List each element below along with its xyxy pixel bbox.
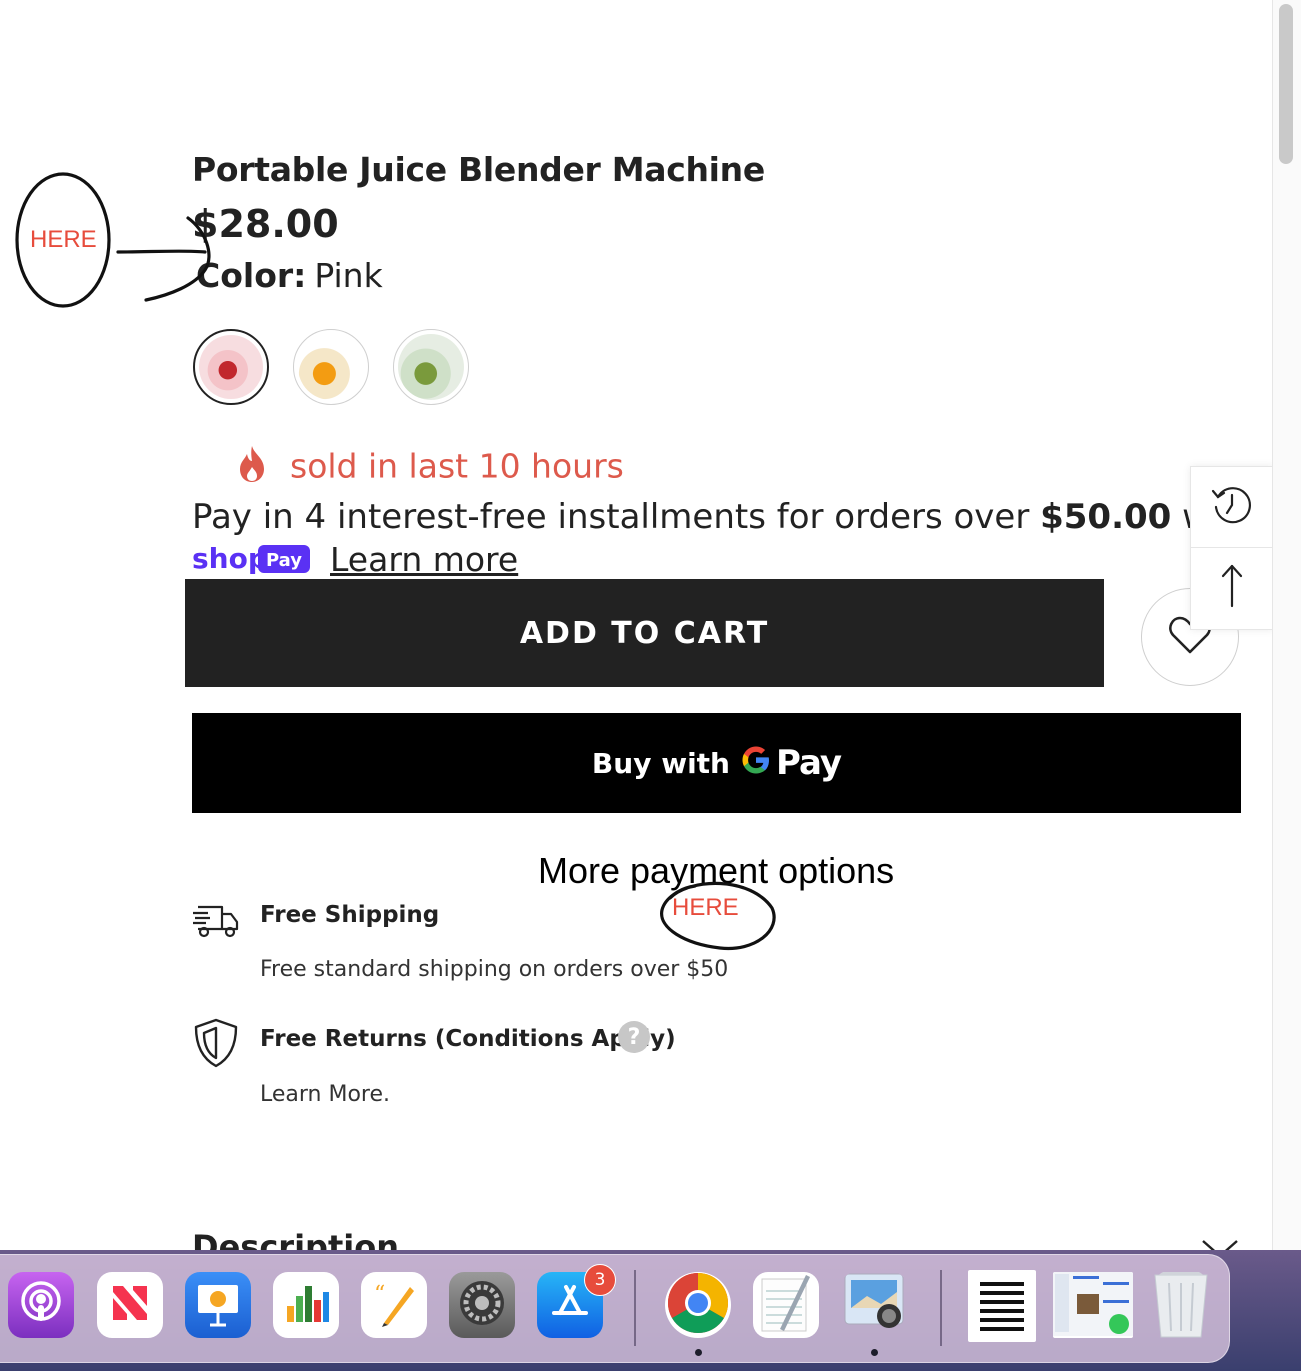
product-page: Portable Juice Blender Machine $28.00 Co… — [0, 0, 1272, 1250]
swatch-image — [199, 335, 263, 399]
back-to-top-button[interactable] — [1191, 548, 1272, 628]
screenshot-thumbnail-icon — [1053, 1272, 1133, 1338]
dock-trash[interactable] — [1148, 1272, 1214, 1338]
swatch-image — [298, 334, 364, 400]
svg-text:“: “ — [374, 1282, 385, 1307]
color-swatch-pink[interactable] — [193, 329, 269, 405]
document-icon — [974, 1276, 1030, 1336]
dock-screenshot[interactable] — [1053, 1272, 1133, 1338]
gpay-word: Pay — [775, 743, 842, 783]
keynote-icon — [192, 1277, 244, 1333]
dock-google-chrome[interactable] — [665, 1272, 731, 1338]
learn-more-link[interactable]: Learn more — [330, 540, 518, 579]
dock-podcasts[interactable] — [8, 1272, 74, 1338]
numbers-icon — [281, 1278, 331, 1332]
sold-recently-notice: sold in last 10 hours — [236, 445, 624, 491]
color-swatch-green[interactable] — [393, 329, 469, 405]
more-payment-options-link[interactable]: More payment options — [538, 850, 894, 892]
running-indicator — [695, 1349, 702, 1356]
color-label: Color: — [196, 256, 307, 295]
returns-learn-more-link[interactable]: Learn More. — [260, 1082, 390, 1107]
running-indicator — [871, 1349, 878, 1356]
google-pay-button[interactable]: Buy with Pay — [192, 713, 1241, 813]
description-heading[interactable]: Description — [192, 1228, 399, 1250]
floating-tools — [1190, 466, 1272, 630]
dock-keynote[interactable] — [185, 1272, 251, 1338]
help-question-icon[interactable]: ? — [618, 1021, 650, 1053]
dock-separator — [634, 1270, 636, 1346]
fire-icon — [236, 445, 268, 491]
dock-pages[interactable]: “ — [361, 1272, 427, 1338]
installments-amount: $50.00 — [1040, 497, 1172, 537]
sold-text: sold in last 10 hours — [290, 446, 624, 486]
product-title: Portable Juice Blender Machine — [192, 150, 765, 189]
dock-document[interactable] — [968, 1270, 1036, 1342]
color-swatch-orange[interactable] — [293, 329, 369, 405]
preview-icon — [841, 1272, 907, 1338]
chrome-icon — [666, 1272, 730, 1338]
here-label-2: HERE — [672, 894, 739, 921]
dock-news[interactable] — [97, 1272, 163, 1338]
shoppay-logo-icon: shop Pay — [192, 541, 310, 579]
shop-logo-word: shop — [192, 542, 268, 575]
here-label-1: HERE — [30, 226, 97, 253]
dock-preview[interactable] — [841, 1272, 907, 1338]
buy-with-label: Buy with — [591, 746, 730, 780]
color-selection-label: Color: Pink — [196, 256, 383, 295]
shield-icon — [193, 1018, 239, 1072]
free-shipping-desc: Free standard shipping on orders over $5… — [260, 957, 729, 982]
add-to-cart-button[interactable]: ADD TO CART — [185, 579, 1104, 687]
dock-numbers[interactable] — [273, 1272, 339, 1338]
shop-logo-badge: Pay — [266, 550, 302, 571]
free-returns-title: Free Returns (Conditions Apply) — [260, 1026, 676, 1052]
installments-prefix: Pay in 4 interest-free installments for … — [192, 497, 1041, 537]
installments-text: Pay in 4 interest-free installments for … — [192, 497, 1254, 537]
podcasts-icon — [17, 1279, 65, 1331]
dock-separator — [940, 1270, 942, 1346]
page-scrollbar[interactable] — [1272, 0, 1301, 1250]
gear-icon — [456, 1277, 508, 1333]
color-value: Pink — [314, 256, 383, 295]
google-g-icon — [740, 744, 772, 783]
chevron-down-icon[interactable] — [1200, 1238, 1240, 1250]
arrow-up-icon — [1217, 563, 1247, 613]
shoppay-row: shop Pay Learn more — [192, 540, 518, 579]
pages-icon: “ — [370, 1279, 418, 1331]
trash-icon — [1149, 1272, 1213, 1338]
recently-viewed-button[interactable] — [1191, 467, 1272, 548]
textedit-icon — [758, 1273, 814, 1337]
scrollbar-thumb[interactable] — [1279, 4, 1293, 164]
news-icon — [107, 1280, 153, 1330]
product-price: $28.00 — [192, 202, 339, 246]
dock-textedit[interactable] — [753, 1272, 819, 1338]
truck-icon — [192, 902, 240, 944]
app-store-badge: 3 — [584, 1264, 616, 1296]
free-shipping-title: Free Shipping — [260, 902, 440, 928]
dock-system-settings[interactable] — [449, 1272, 515, 1338]
history-icon — [1210, 483, 1254, 531]
swatch-image — [398, 334, 464, 400]
